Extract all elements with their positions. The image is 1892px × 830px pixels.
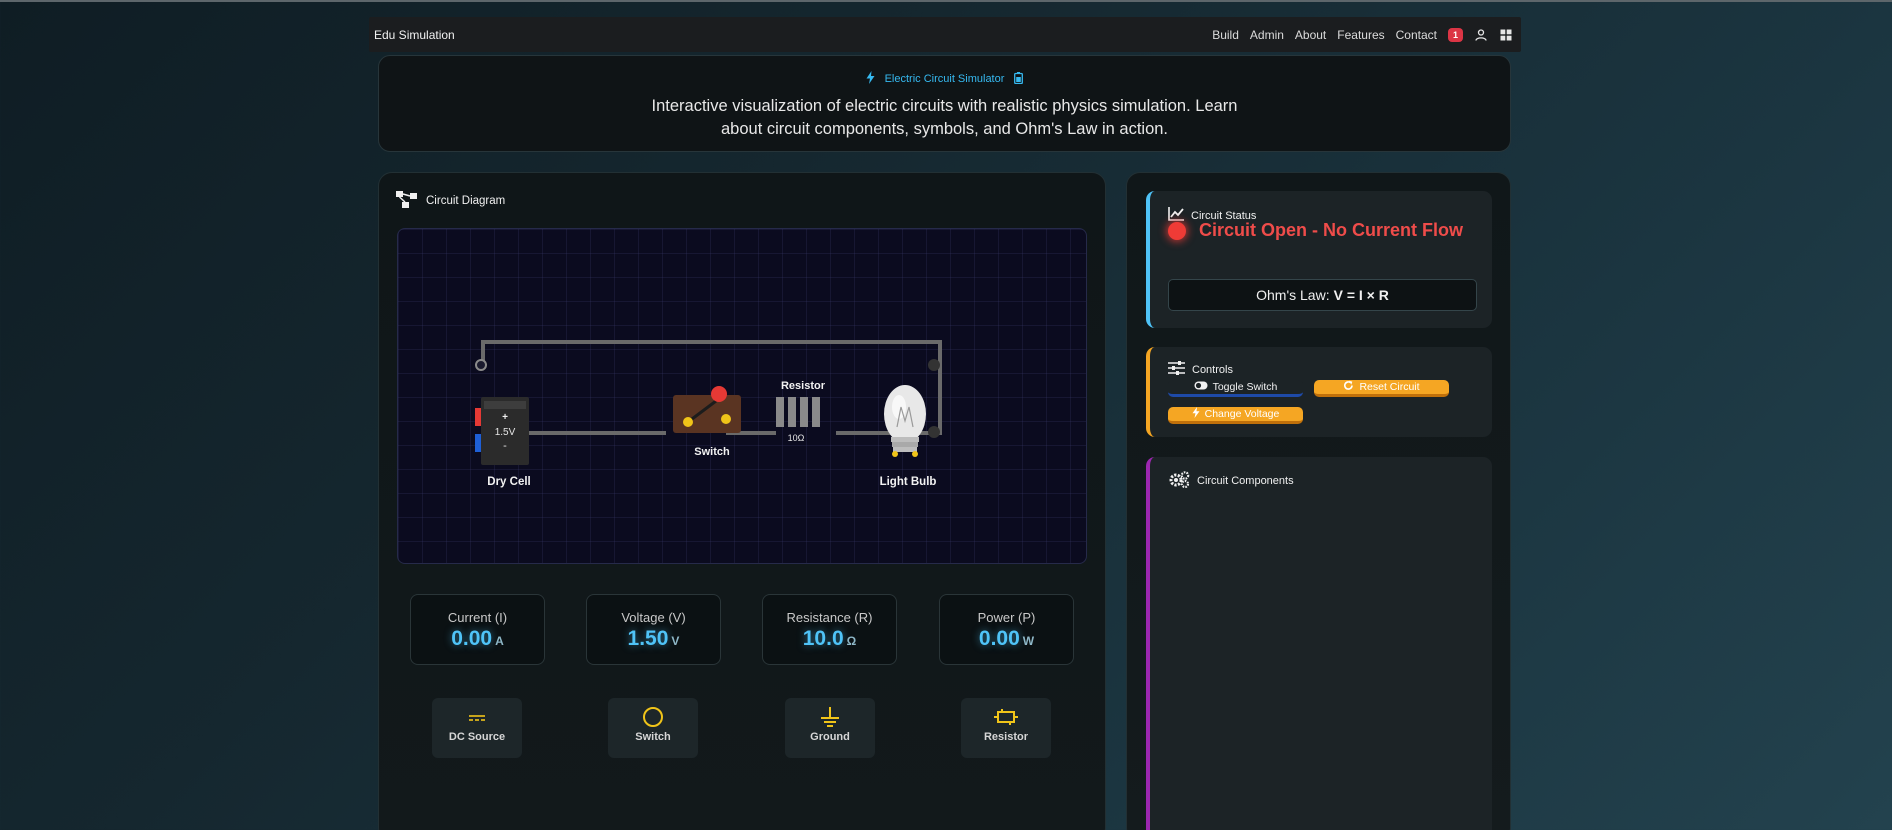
battery-icon — [1014, 71, 1024, 87]
metric-value: 1.50 V — [587, 627, 720, 651]
ohms-law-box: Ohm's Law: V = I × R — [1168, 279, 1477, 311]
change-voltage-label: Change Voltage — [1204, 408, 1280, 420]
resistor-icon — [994, 709, 1018, 725]
power-value: 0.00 — [978, 627, 1020, 650]
symbol-resistor[interactable]: Resistor — [961, 698, 1051, 758]
circuit-diagram-title: Circuit Diagram — [426, 195, 506, 207]
status-dot — [1168, 221, 1186, 240]
notification-badge[interactable]: 1 — [1447, 27, 1463, 42]
metric-label: Power (P) — [977, 610, 1036, 625]
circuit-components-title: Circuit Components — [1197, 475, 1294, 487]
circuit-diagram-canvas[interactable]: + 1.5V - Dry Cell Switch Resistor 10Ω Li… — [397, 228, 1087, 564]
toggle-icon — [1194, 381, 1208, 393]
resistor-title: Resistor — [781, 380, 826, 392]
resistance-unit: Ω — [846, 634, 857, 648]
metric-value: 0.00 A — [411, 627, 544, 651]
junction-node — [928, 359, 940, 371]
toggle-switch-button[interactable]: Toggle Switch — [1168, 380, 1303, 397]
nav-link-contact[interactable]: Contact — [1396, 28, 1437, 42]
status-indicator: Circuit Open - No Current Flow — [1168, 220, 1463, 241]
metric-current: Current (I) 0.00 A — [410, 594, 545, 665]
symbol-label: DC Source — [448, 731, 506, 743]
power-unit: W — [1022, 634, 1035, 648]
switch-symbol-icon — [643, 707, 663, 727]
status-message: Circuit Open - No Current Flow — [1199, 220, 1463, 240]
refresh-icon — [1343, 380, 1354, 394]
symbol-dc-source[interactable]: DC Source — [432, 698, 522, 758]
circuit-components-card: Circuit Components — [1146, 457, 1492, 830]
voltage-unit: V — [671, 634, 680, 648]
cell-voltage-label: 1.5V — [495, 427, 516, 438]
controls-card: Controls Toggle Switch Reset Circuit Cha… — [1146, 347, 1492, 437]
brand[interactable]: Edu Simulation — [374, 28, 455, 42]
nav-link-build[interactable]: Build — [1212, 28, 1239, 42]
bolt-icon — [866, 71, 875, 87]
symbol-label: Resistor — [983, 731, 1029, 743]
symbol-label: Ground — [810, 731, 850, 743]
header-subtitle-text: Electric Circuit Simulator — [884, 73, 1005, 85]
header-subtitle: Electric Circuit Simulator — [379, 71, 1510, 87]
dry-cell-label: Dry Cell — [487, 476, 530, 488]
user-icon[interactable] — [1474, 28, 1488, 42]
symbol-ground[interactable]: Ground — [785, 698, 875, 758]
voltage-value: 1.50 — [627, 627, 669, 650]
metric-label: Current (I) — [447, 610, 508, 625]
reset-circuit-label: Reset Circuit — [1359, 381, 1420, 393]
ground-icon — [821, 707, 839, 727]
metric-resistance: Resistance (R) 10.0 Ω — [762, 594, 897, 665]
circuit-diagram-heading: Circuit Diagram — [396, 191, 505, 211]
controls-title: Controls — [1192, 363, 1233, 376]
metric-label: Resistance (R) — [786, 610, 873, 625]
navbar: Edu Simulation Build Admin About Feature… — [369, 17, 1521, 52]
resistance-value: 10.0 — [802, 627, 844, 650]
circuit-status-card: Circuit Status Circuit Open - No Current… — [1146, 191, 1492, 328]
controls-heading: Controls — [1168, 361, 1233, 378]
sliders-icon — [1168, 361, 1185, 378]
switch-label: Switch — [694, 446, 730, 458]
circuit-panel: Circuit Diagram + 1.5V - Dry Cell Switch… — [378, 172, 1106, 830]
symbol-label: Switch — [635, 731, 671, 743]
cell-minus-label: - — [503, 440, 507, 452]
light-bulb-label: Light Bulb — [880, 476, 937, 488]
symbol-switch[interactable]: Switch — [608, 698, 698, 758]
metric-voltage: Voltage (V) 1.50 V — [586, 594, 721, 665]
resistor-value: 10Ω — [788, 433, 805, 443]
reset-circuit-button[interactable]: Reset Circuit — [1314, 380, 1449, 397]
window-top-border — [0, 0, 1892, 2]
switch-component[interactable] — [673, 386, 741, 433]
nav-link-admin[interactable]: Admin — [1250, 28, 1284, 42]
metric-label: Voltage (V) — [621, 610, 686, 625]
change-voltage-button[interactable]: Change Voltage — [1168, 407, 1303, 424]
junction-node — [928, 426, 940, 438]
diagram-icon — [396, 191, 418, 211]
dc-source-icon — [469, 715, 485, 721]
nav-link-features[interactable]: Features — [1337, 28, 1384, 42]
cell-plus-label: + — [502, 412, 508, 423]
metric-value: 10.0 Ω — [763, 627, 896, 651]
light-bulb[interactable] — [884, 385, 926, 457]
header-description: Interactive visualization of electric ci… — [651, 97, 1238, 138]
nav-links: Build Admin About Features Contact 1 — [1212, 27, 1513, 42]
resistor-component[interactable] — [776, 397, 820, 427]
gears-icon — [1168, 471, 1190, 491]
header-card: Electric Circuit Simulator Interactive v… — [378, 55, 1511, 152]
current-value: 0.00 — [451, 627, 493, 650]
bolt-icon — [1192, 407, 1200, 421]
nav-link-about[interactable]: About — [1295, 28, 1326, 42]
circuit-components-heading: Circuit Components — [1168, 471, 1294, 491]
sidebar-panel: Circuit Status Circuit Open - No Current… — [1126, 172, 1511, 830]
toggle-switch-label: Toggle Switch — [1212, 381, 1278, 393]
terminal-node — [475, 359, 487, 371]
metric-power: Power (P) 0.00 W — [939, 594, 1074, 665]
ohms-law-prefix: Ohm's Law: — [1256, 287, 1330, 303]
grid-icon[interactable] — [1499, 28, 1513, 42]
metric-value: 0.00 W — [940, 627, 1073, 651]
current-unit: A — [495, 634, 504, 648]
ohms-law-formula: V = I × R — [1333, 287, 1389, 303]
